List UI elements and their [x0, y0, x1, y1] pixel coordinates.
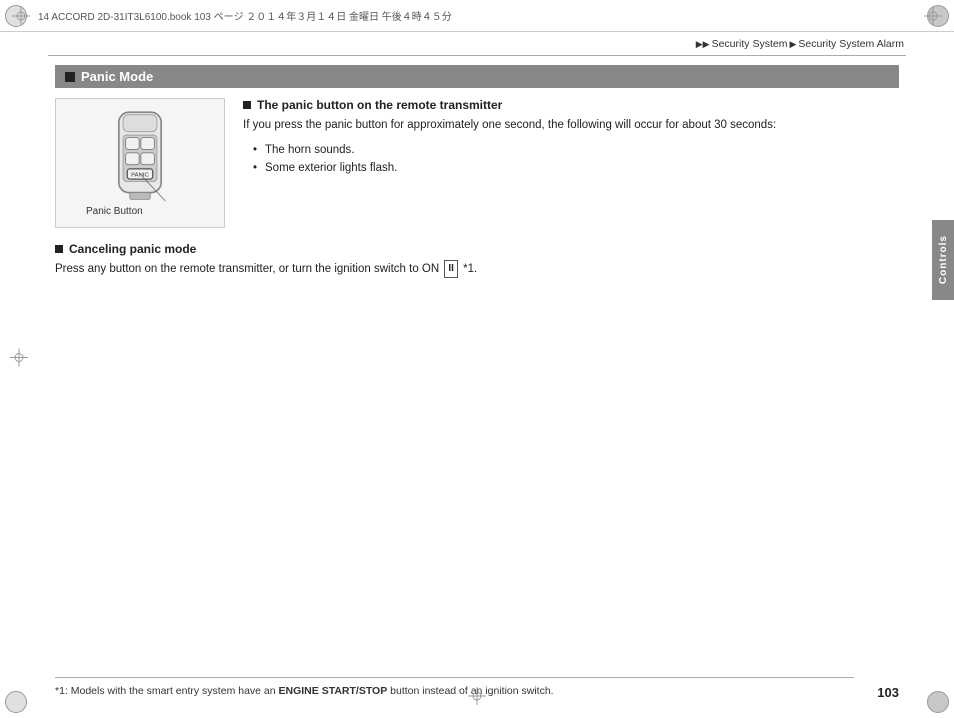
remote-transmitter-image: PANIC — [90, 108, 190, 218]
top-bar: 14 ACCORD 2D-31IT3L6100.book 103 ページ ２０１… — [0, 0, 954, 32]
page-number: 103 — [877, 685, 899, 700]
corner-mark-br — [927, 691, 949, 713]
section-title: Panic Mode — [81, 69, 153, 84]
panic-button-subtitle: The panic button on the remote transmitt… — [243, 98, 899, 112]
section-header-icon — [65, 72, 75, 82]
file-info: 14 ACCORD 2D-31IT3L6100.book 103 ページ ２０１… — [38, 8, 924, 23]
reg-mark-left-mid — [10, 349, 28, 370]
canceling-text: Press any button on the remote transmitt… — [55, 260, 899, 279]
breadcrumb-sep: ▶ — [789, 39, 796, 50]
footer-bold: ENGINE START/STOP — [279, 685, 388, 697]
reg-mark-bottom-center — [468, 687, 486, 708]
panic-button-label: Panic Button — [86, 206, 143, 217]
reg-mark-top-left — [12, 7, 30, 25]
footer-note: *1: Models with the smart entry system h… — [55, 677, 854, 700]
canceling-section: Canceling panic mode Press any button on… — [55, 242, 899, 279]
side-tab-label: Controls — [938, 235, 949, 284]
breadcrumb-part2: Security System Alarm — [798, 38, 904, 50]
bullet-item-2: Some exterior lights flash. — [253, 159, 899, 177]
breadcrumb: ▶▶ Security System ▶ Security System Ala… — [696, 38, 904, 50]
header-divider — [48, 55, 906, 56]
reg-mark-top-right — [924, 7, 942, 25]
ignition-badge: II — [444, 260, 458, 278]
bullet-item-1: The horn sounds. — [253, 141, 899, 159]
panic-bullet-list: The horn sounds. Some exterior lights fl… — [243, 141, 899, 178]
content-row: PANIC Panic Button The panic button on t… — [55, 98, 899, 228]
main-content: Panic Mode — [55, 65, 899, 648]
section-header: Panic Mode — [55, 65, 899, 88]
canceling-bullet-icon — [55, 245, 63, 253]
breadcrumb-part1: Security System — [712, 38, 788, 50]
breadcrumb-arrows: ▶▶ — [696, 39, 710, 50]
corner-mark-bl — [5, 691, 27, 713]
svg-text:PANIC: PANIC — [131, 173, 149, 179]
page: 14 ACCORD 2D-31IT3L6100.book 103 ページ ２０１… — [0, 0, 954, 718]
right-text-area: The panic button on the remote transmitt… — [243, 98, 899, 228]
bullet-icon — [243, 101, 251, 109]
side-tab-controls: Controls — [932, 220, 954, 300]
canceling-title: Canceling panic mode — [55, 242, 899, 256]
panic-body-text: If you press the panic button for approx… — [243, 117, 899, 135]
remote-image-box: PANIC Panic Button — [55, 98, 225, 228]
